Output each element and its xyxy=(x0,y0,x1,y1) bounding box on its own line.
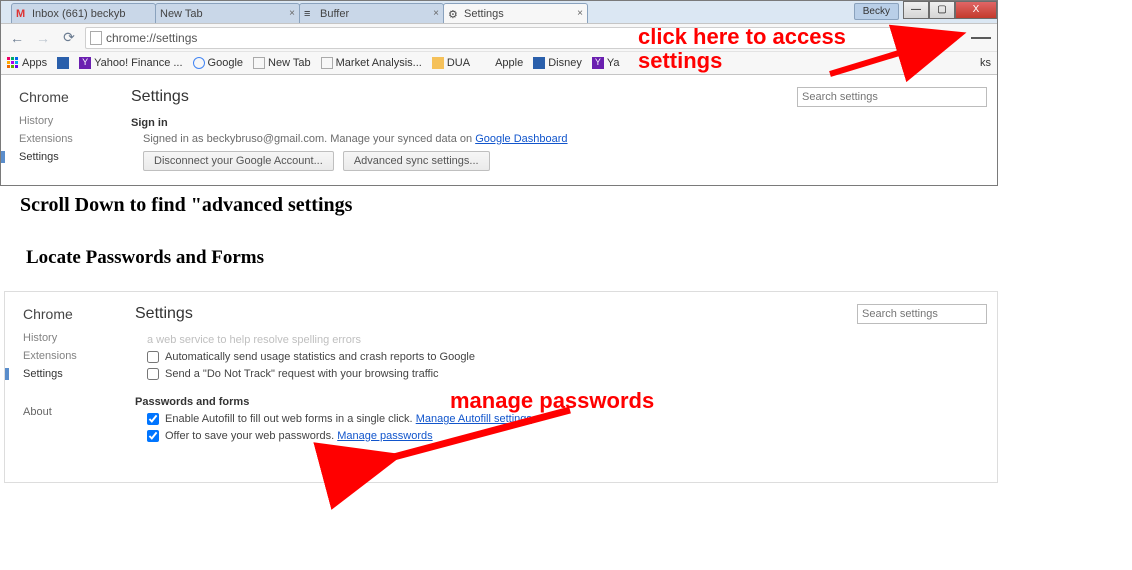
close-window-button[interactable]: X xyxy=(955,1,997,19)
tab-settings[interactable]: ⚙ Settings × xyxy=(443,3,588,23)
page-title: Settings xyxy=(135,305,193,323)
sidebar-heading: Chrome xyxy=(23,306,117,322)
apps-grid-icon xyxy=(7,57,19,69)
bookmark-item[interactable]: Disney xyxy=(533,57,582,69)
page-icon xyxy=(253,57,265,69)
tab-label: Buffer xyxy=(320,8,349,20)
tab-buffer[interactable]: ≡ Buffer × xyxy=(299,3,444,23)
sidebar-item-history[interactable]: History xyxy=(19,115,113,127)
checkbox[interactable] xyxy=(147,368,159,380)
page-title: Settings xyxy=(131,88,189,106)
manage-autofill-link[interactable]: Manage Autofill settings xyxy=(416,413,532,425)
tab-label: Settings xyxy=(464,8,504,20)
bookmark-item[interactable]: DUA xyxy=(432,57,470,69)
checkbox-save-passwords[interactable]: Offer to save your web passwords. Manage… xyxy=(147,430,987,442)
disney-icon xyxy=(533,57,545,69)
settings-main-2: Settings a web service to help resolve s… xyxy=(117,292,997,482)
tab-inbox[interactable]: M Inbox (661) beckyb xyxy=(11,3,156,23)
bookmark-item[interactable]: Google xyxy=(193,57,243,69)
sidebar-heading: Chrome xyxy=(19,89,113,105)
google-dashboard-link[interactable]: Google Dashboard xyxy=(475,133,567,145)
extension-icon-2[interactable]: ◓ xyxy=(945,28,965,48)
checkbox-usage-stats[interactable]: Automatically send usage statistics and … xyxy=(147,351,987,363)
bookmark-item[interactable]: YYa xyxy=(592,57,620,69)
extension-icon-1[interactable]: ◈ xyxy=(919,28,939,48)
other-bookmarks-trunc[interactable]: ks xyxy=(980,57,991,69)
settings-title-row: Settings xyxy=(131,87,987,107)
folder-icon xyxy=(432,57,444,69)
tab-newtab[interactable]: New Tab × xyxy=(155,3,300,23)
bookmark-item[interactable] xyxy=(57,57,69,69)
checkbox[interactable] xyxy=(147,413,159,425)
omnibox-text: chrome://settings xyxy=(106,31,197,45)
settings-page-2: Chrome History Extensions Settings About… xyxy=(5,292,997,482)
yahoo-icon: Y xyxy=(592,57,604,69)
bookmarks-bar: Apps YYahoo! Finance ... Google New Tab … xyxy=(1,51,997,75)
sidebar-item-settings[interactable]: Settings xyxy=(5,368,117,380)
instruction-heading-1: Scroll Down to find "advanced settings xyxy=(0,186,998,225)
close-icon[interactable]: × xyxy=(289,8,295,19)
page-icon xyxy=(321,57,333,69)
settings-sidebar-2: Chrome History Extensions Settings About xyxy=(5,292,117,482)
checkbox-dnt[interactable]: Send a "Do Not Track" request with your … xyxy=(147,368,987,380)
menu-button[interactable] xyxy=(971,28,991,48)
user-badge[interactable]: Becky xyxy=(854,3,899,20)
nav-toolbar: ← → ⟳ chrome://settings ☆ ◈ ◓ xyxy=(1,23,997,51)
title-bar: M Inbox (661) beckyb New Tab × ≡ Buffer … xyxy=(1,1,997,23)
maximize-button[interactable]: ▢ xyxy=(929,1,955,19)
close-icon[interactable]: × xyxy=(433,8,439,19)
browser-window-2: Chrome History Extensions Settings About… xyxy=(4,291,998,483)
bookmark-apps[interactable]: Apps xyxy=(7,57,47,69)
apple-icon xyxy=(480,57,492,69)
google-icon xyxy=(193,57,205,69)
gear-icon: ⚙ xyxy=(448,8,460,20)
yahoo-icon: Y xyxy=(79,57,91,69)
sidebar-item-about[interactable]: About xyxy=(23,406,117,418)
browser-window-1: M Inbox (661) beckyb New Tab × ≡ Buffer … xyxy=(0,0,998,186)
tab-label: New Tab xyxy=(160,8,203,20)
tab-label: Inbox (661) beckyb xyxy=(32,8,126,20)
bookmark-star-icon[interactable]: ☆ xyxy=(897,31,908,45)
sidebar-item-extensions[interactable]: Extensions xyxy=(23,350,117,362)
search-settings-input[interactable] xyxy=(857,304,987,324)
settings-sidebar: Chrome History Extensions Settings xyxy=(1,75,113,185)
settings-main: Settings Sign in Signed in as beckybruso… xyxy=(113,75,997,185)
minimize-button[interactable]: — xyxy=(903,1,929,19)
search-settings-input[interactable] xyxy=(797,87,987,107)
signin-heading: Sign in xyxy=(131,117,987,129)
checkbox[interactable] xyxy=(147,351,159,363)
buffer-icon: ≡ xyxy=(304,8,316,20)
settings-page: Chrome History Extensions Settings Setti… xyxy=(1,75,997,185)
bookmark-item[interactable]: New Tab xyxy=(253,57,311,69)
instruction-heading-2: Locate Passwords and Forms xyxy=(0,225,998,277)
back-button[interactable]: ← xyxy=(7,28,27,48)
bookmark-item[interactable]: Apple xyxy=(480,57,523,69)
advanced-sync-button[interactable]: Advanced sync settings... xyxy=(343,151,490,171)
checkbox-autofill[interactable]: Enable Autofill to fill out web forms in… xyxy=(147,413,987,425)
passwords-forms-heading: Passwords and forms xyxy=(135,396,987,408)
sidebar-item-history[interactable]: History xyxy=(23,332,117,344)
bookmark-icon xyxy=(57,57,69,69)
forward-button[interactable]: → xyxy=(33,28,53,48)
checkbox-spelling: a web service to help resolve spelling e… xyxy=(147,334,987,346)
close-icon[interactable]: × xyxy=(577,8,583,19)
manage-passwords-link[interactable]: Manage passwords xyxy=(337,430,432,442)
sidebar-item-settings[interactable]: Settings xyxy=(1,151,113,163)
bookmark-item[interactable]: Market Analysis... xyxy=(321,57,422,69)
omnibox[interactable]: chrome://settings ☆ xyxy=(85,27,913,49)
checkbox[interactable] xyxy=(147,430,159,442)
settings-title-row: Settings xyxy=(135,304,987,324)
page-icon xyxy=(90,31,102,45)
tab-strip: M Inbox (661) beckyb New Tab × ≡ Buffer … xyxy=(1,1,854,23)
bookmark-item[interactable]: YYahoo! Finance ... xyxy=(79,57,182,69)
reload-button[interactable]: ⟳ xyxy=(59,28,79,48)
sidebar-item-extensions[interactable]: Extensions xyxy=(19,133,113,145)
signin-description: Signed in as beckybruso@gmail.com. Manag… xyxy=(131,133,987,145)
gmail-icon: M xyxy=(16,8,28,20)
disconnect-account-button[interactable]: Disconnect your Google Account... xyxy=(143,151,334,171)
window-controls: Becky — ▢ X xyxy=(854,1,997,23)
